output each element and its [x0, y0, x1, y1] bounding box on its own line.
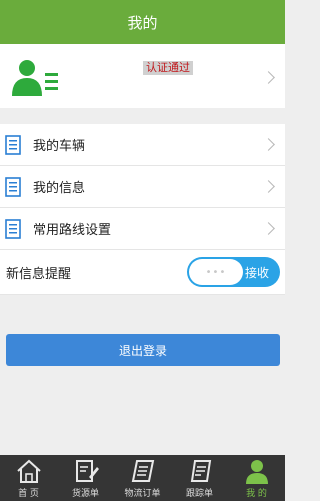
menu-item-route-settings[interactable]: 常用路线设置 — [0, 208, 285, 250]
document-icon — [5, 135, 21, 155]
page-title: 我的 — [127, 13, 158, 32]
edit-doc-icon — [75, 460, 99, 482]
header-bar: 我的 — [0, 0, 285, 44]
list-doc-icon — [131, 460, 154, 482]
document-icon — [5, 177, 21, 197]
toggle-knob-dots: ••• — [205, 266, 227, 278]
chevron-right-icon — [262, 71, 275, 84]
notification-row: 新信息提醒 ••• 接收 — [0, 249, 285, 295]
chevron-right-icon — [262, 180, 275, 193]
toggle-state-label: 接收 — [245, 266, 270, 280]
tab-home[interactable]: 首 页 — [0, 455, 57, 501]
tab-orders[interactable]: 物流订单 — [114, 455, 171, 501]
toggle-knob[interactable]: ••• — [189, 259, 243, 285]
menu-item-label: 我的车辆 — [33, 139, 86, 154]
logout-button[interactable]: 退出登录 — [6, 334, 280, 366]
menu-item-my-info[interactable]: 我的信息 — [0, 166, 285, 208]
tab-tracking[interactable]: 跟踪单 — [171, 455, 228, 501]
home-icon — [16, 459, 41, 483]
chevron-right-icon — [262, 222, 275, 235]
tab-label: 首 页 — [18, 489, 39, 499]
menu-item-label: 我的信息 — [33, 181, 86, 196]
settings-menu: 我的车辆 我的信息 常用路线设置 — [0, 124, 285, 250]
tab-cargo[interactable]: 货源单 — [57, 455, 114, 501]
tab-mine[interactable]: 我 的 — [228, 455, 285, 501]
document-icon — [5, 219, 21, 239]
menu-item-label: 常用路线设置 — [33, 223, 112, 238]
user-icon — [245, 460, 268, 484]
tab-label: 跟踪单 — [185, 489, 213, 499]
profile-card[interactable]: 认证通过 — [0, 44, 285, 108]
user-icon — [12, 60, 58, 96]
notification-toggle[interactable]: ••• 接收 — [187, 257, 280, 287]
verified-badge: 认证通过 — [143, 61, 193, 75]
logout-label: 退出登录 — [118, 343, 167, 358]
chevron-right-icon — [262, 138, 275, 151]
menu-item-my-vehicles[interactable]: 我的车辆 — [0, 124, 285, 166]
tab-label: 物流订单 — [124, 489, 161, 499]
bottom-tab-bar: 首 页 货源单 物流订单 跟踪单 我 的 — [0, 455, 285, 501]
tab-label: 我 的 — [246, 489, 267, 499]
tab-label: 货源单 — [71, 489, 99, 499]
notification-label: 新信息提醒 — [6, 267, 72, 282]
track-doc-icon — [190, 460, 211, 482]
